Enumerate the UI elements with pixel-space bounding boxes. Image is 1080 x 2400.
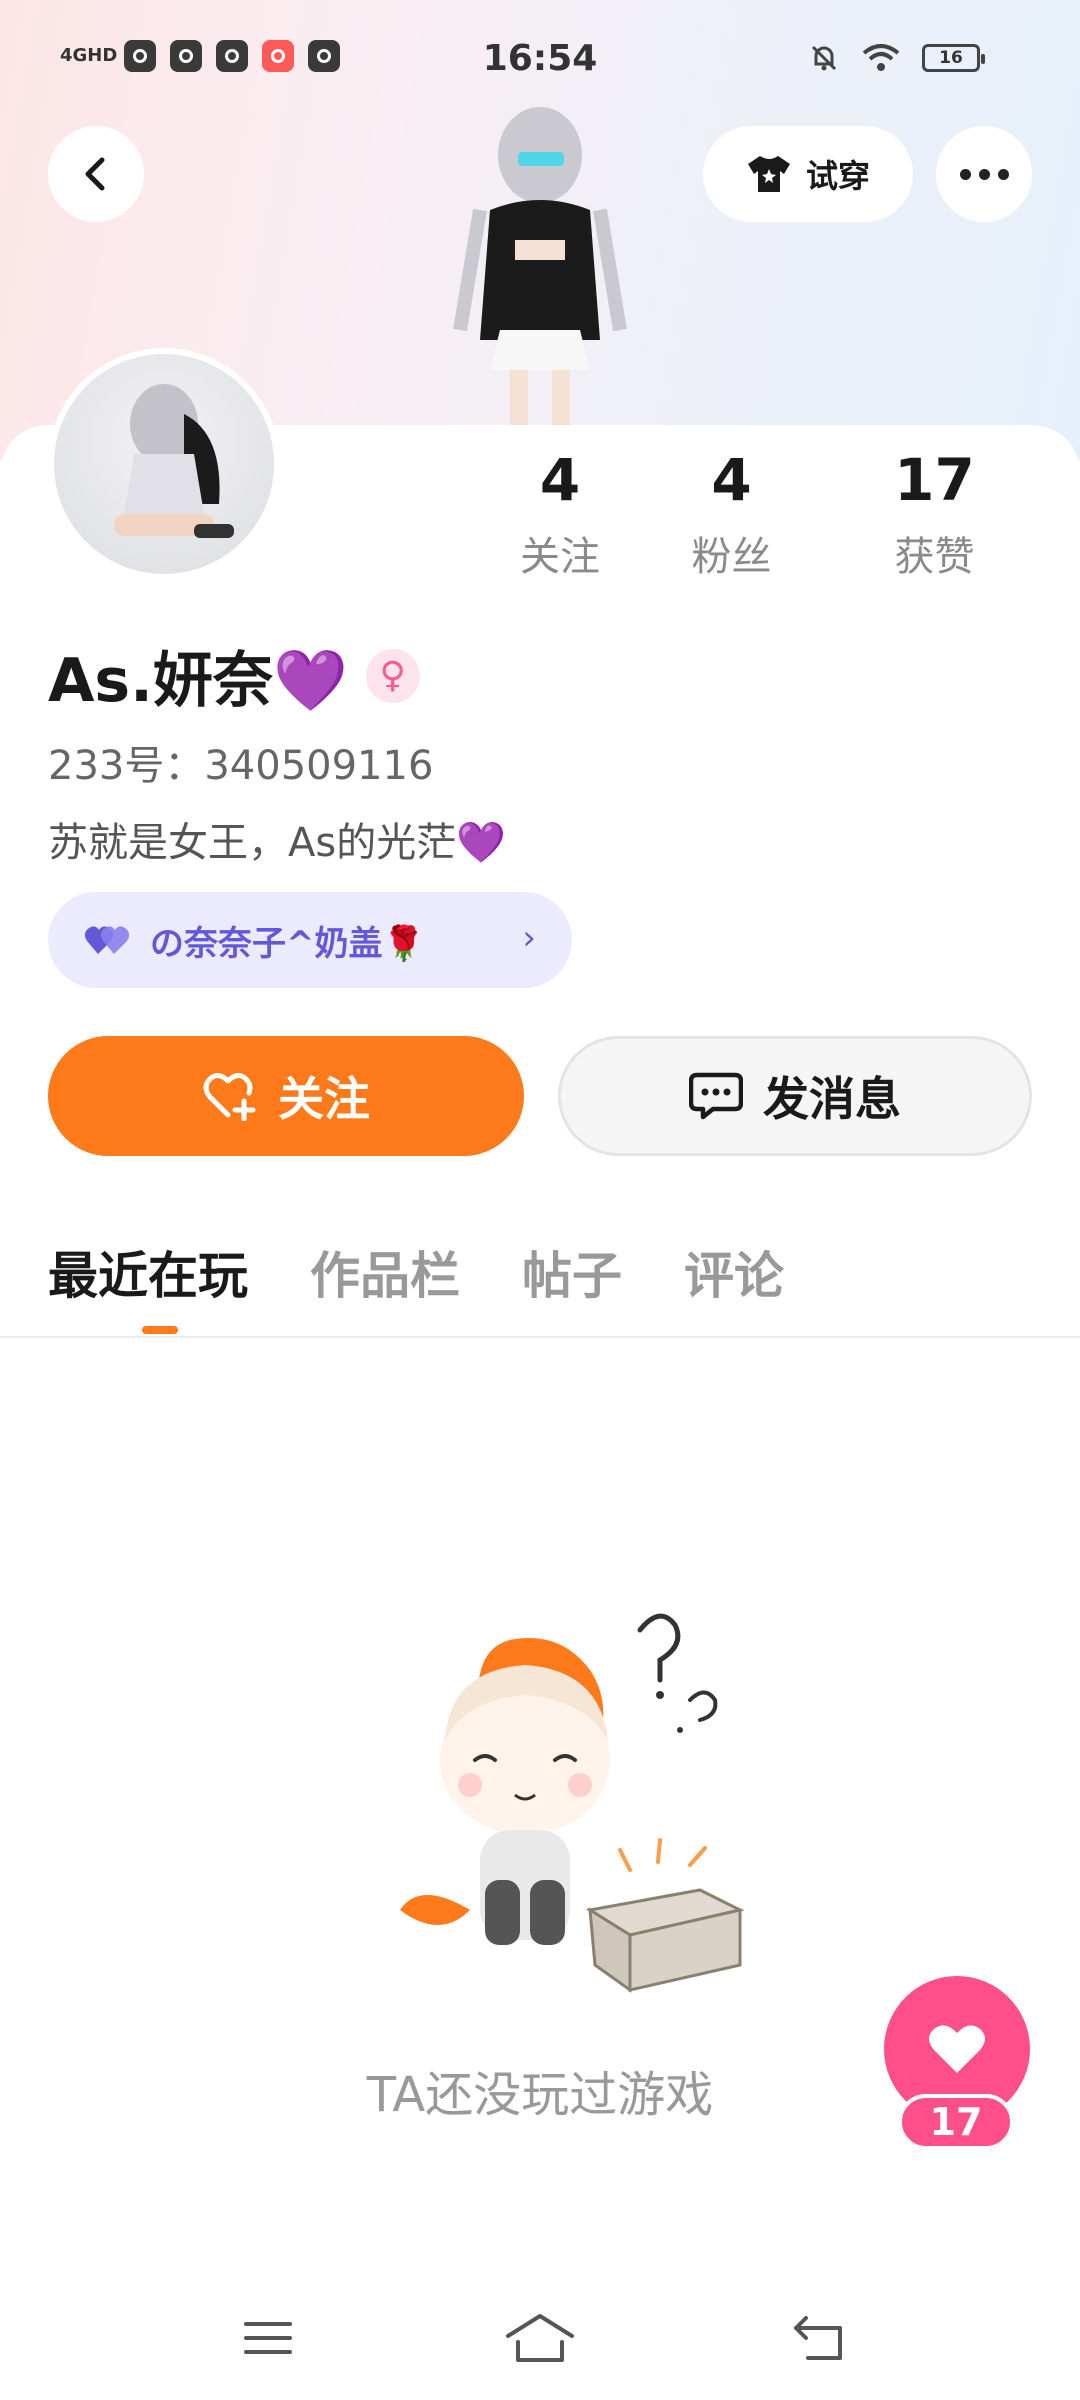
tab-recently-played[interactable]: 最近在玩 [48,1236,248,1308]
empty-state-illustration [400,1613,745,1993]
mute-icon [811,45,837,71]
try-on-button[interactable]: 试穿 [703,126,913,222]
tab-posts[interactable]: 帖子 [522,1236,622,1308]
more-button[interactable] [936,126,1032,222]
menu-icon[interactable] [240,2310,296,2366]
like-count-badge: 17 [898,2094,1014,2150]
stat-likes[interactable]: 17 获赞 [833,440,1036,582]
heart-icon [929,2025,985,2073]
avatar[interactable] [48,348,280,580]
wifi-icon [862,44,900,71]
tshirt-icon [747,156,790,192]
female-gender-icon: ♀ [365,648,420,703]
stat-value: 4 [711,446,752,514]
tab-comments[interactable]: 评论 [684,1236,784,1308]
status-right: 16 [808,42,985,74]
battery-icon: 16 [922,44,985,72]
tab-divider [0,1336,1080,1338]
stat-following[interactable]: 4 关注 [490,440,630,582]
chevron-left-icon [85,157,105,191]
follow-button[interactable]: 关注 [48,1036,524,1156]
stats-row: 4 关注 4 粉丝 17 获赞 [490,440,1050,582]
fan-group-link[interactable]: の奈奈子^奶盖🌹 › [48,892,572,988]
heart-plus-icon [203,1073,256,1121]
fan-group-name: の奈奈子^奶盖🌹 [150,923,425,964]
system-navigation-bar [0,2290,1080,2390]
stat-value: 17 [894,446,975,514]
profile-tabs: 最近在玩 作品栏 帖子 评论 [48,1236,784,1308]
stat-label: 粉丝 [691,534,772,580]
try-on-label: 试穿 [805,157,870,195]
home-icon[interactable] [504,2310,576,2366]
follow-label: 关注 [278,1072,370,1126]
user-id: 233号：340509116 [48,743,434,789]
stat-value: 4 [539,446,581,514]
back-nav-icon[interactable] [792,2310,852,2366]
user-bio: 苏就是女王，As的光茫💜 [48,820,507,866]
stat-label: 获赞 [894,534,975,580]
chevron-right-icon: › [522,918,536,958]
stat-label: 关注 [520,534,600,580]
back-button[interactable] [48,126,144,222]
avatar-3d-figure [453,107,627,425]
tab-works[interactable]: 作品栏 [310,1236,460,1308]
more-dots-icon [959,168,1009,180]
message-label: 发消息 [763,1072,901,1126]
double-heart-icon [84,926,130,954]
name-row: As.妍奈💜 ♀ [48,632,420,719]
avatar-figure [114,384,234,538]
active-tab-indicator [142,1326,178,1334]
stat-followers[interactable]: 4 粉丝 [630,440,833,582]
chat-bubble-icon [689,1072,743,1120]
message-button[interactable]: 发消息 [558,1036,1032,1156]
username: As.妍奈💜 [48,646,348,716]
